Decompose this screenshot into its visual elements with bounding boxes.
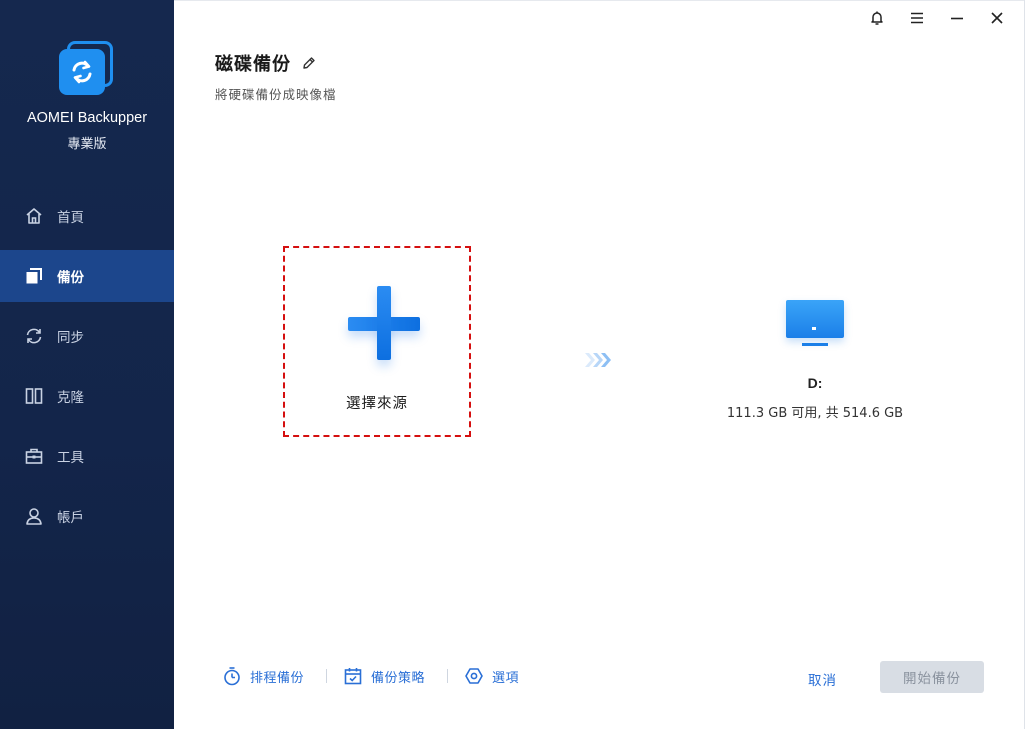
page-subtitle: 將硬碟備份成映像檔 <box>215 87 337 102</box>
edit-title-button[interactable] <box>301 55 317 71</box>
backup-scheme-label: 備份策略 <box>371 670 426 686</box>
toolbox-icon <box>24 446 44 466</box>
brand: AOMEI Backupper 專業版 <box>0 38 174 152</box>
close-button[interactable] <box>977 8 1017 32</box>
start-backup-button[interactable]: 開始備份 <box>880 661 984 693</box>
minimize-icon <box>949 10 965 30</box>
sidebar-item-home[interactable]: 首頁 <box>0 190 174 242</box>
select-source-button[interactable]: 選擇來源 <box>283 246 471 437</box>
sidebar-item-account[interactable]: 帳戶 <box>0 490 174 542</box>
calendar-check-icon <box>342 665 364 687</box>
top-divider <box>174 0 1025 1</box>
settings-hexagon-icon <box>463 665 485 687</box>
schedule-backup-button[interactable]: 排程備份 <box>221 665 304 687</box>
sidebar-item-label: 工具 <box>57 450 84 466</box>
sync-icon <box>24 326 44 346</box>
app-edition: 專業版 <box>67 137 107 152</box>
app-logo-icon <box>57 38 117 98</box>
close-icon <box>989 10 1005 30</box>
sidebar-nav: 首頁 備份 同步 克隆 工具 帳戶 <box>0 190 174 550</box>
cancel-button[interactable]: 取消 <box>808 669 837 689</box>
destination-name: D: <box>807 375 823 391</box>
monitor-icon <box>783 297 847 355</box>
minimize-button[interactable] <box>937 8 977 32</box>
sidebar-item-label: 帳戶 <box>57 510 84 526</box>
destination-info: 111.3 GB 可用, 共 514.6 GB <box>726 406 904 421</box>
clone-icon <box>24 386 44 406</box>
stopwatch-icon <box>221 665 243 687</box>
sidebar-item-backup[interactable]: 備份 <box>0 250 174 302</box>
page-header: 磁碟備份 <box>215 50 317 76</box>
destination-selector[interactable]: D: 111.3 GB 可用, 共 514.6 GB <box>720 297 910 421</box>
backup-scheme-button[interactable]: 備份策略 <box>342 665 425 687</box>
sidebar-item-label: 備份 <box>57 270 84 286</box>
sidebar-item-sync[interactable]: 同步 <box>0 310 174 362</box>
backup-icon <box>24 266 44 286</box>
notifications-button[interactable] <box>857 8 897 32</box>
schedule-backup-label: 排程備份 <box>250 670 305 686</box>
pencil-icon <box>303 57 315 69</box>
toolbar-divider <box>326 669 328 683</box>
options-label: 選項 <box>492 670 520 686</box>
sidebar-item-tools[interactable]: 工具 <box>0 430 174 482</box>
source-label: 選擇來源 <box>346 396 408 412</box>
bottom-toolbar: 排程備份 備份策略 選項 <box>221 665 519 687</box>
options-button[interactable]: 選項 <box>463 665 519 687</box>
bell-icon <box>869 10 885 30</box>
sidebar-item-label: 克隆 <box>57 390 84 406</box>
app-name: AOMEI Backupper <box>26 110 148 126</box>
home-icon <box>24 206 44 226</box>
flow-arrows-icon <box>583 350 615 370</box>
sidebar: AOMEI Backupper 專業版 首頁 備份 同步 克隆 工具 帳戶 <box>0 0 174 729</box>
menu-button[interactable] <box>897 8 937 32</box>
sidebar-item-label: 首頁 <box>57 210 84 226</box>
window-controls <box>857 8 1017 32</box>
sidebar-item-clone[interactable]: 克隆 <box>0 370 174 422</box>
menu-icon <box>909 10 925 30</box>
sidebar-item-label: 同步 <box>57 330 84 346</box>
page-title: 磁碟備份 <box>215 54 291 75</box>
user-icon <box>24 506 44 526</box>
plus-icon <box>348 286 422 361</box>
toolbar-divider <box>447 669 449 683</box>
